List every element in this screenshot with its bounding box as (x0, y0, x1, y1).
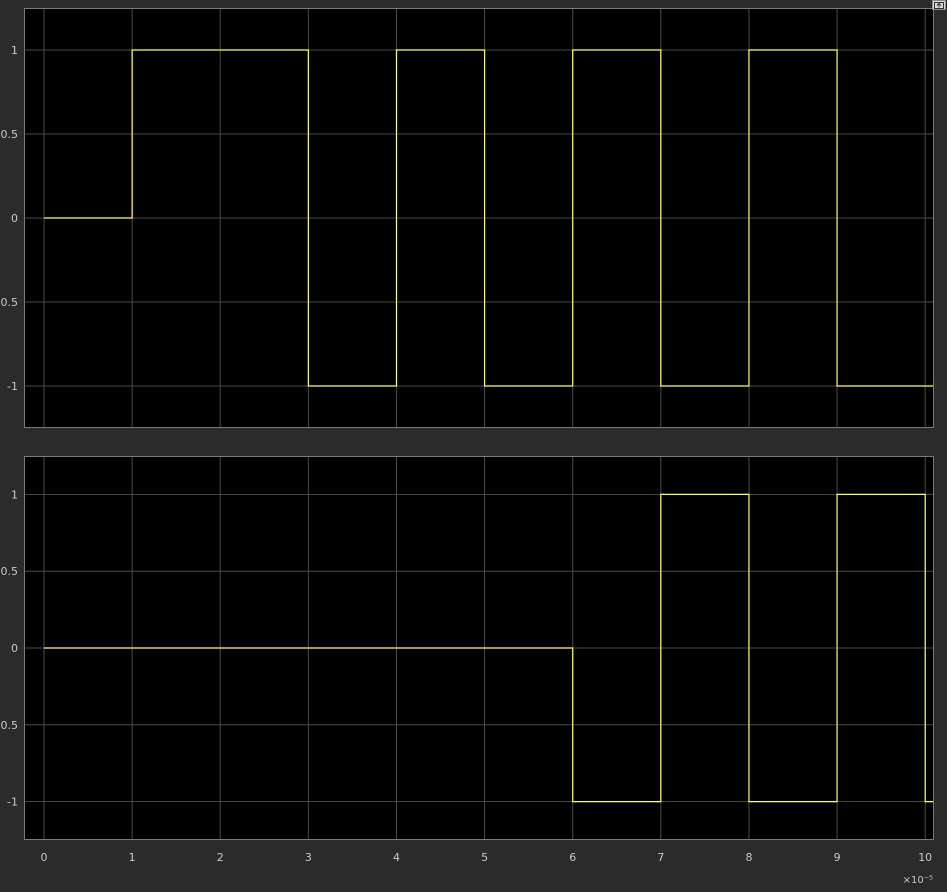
y-tick-label: 1 (11, 488, 18, 501)
top-axes[interactable]: 1 0.5 0 -0.5 -1 (0, 8, 934, 428)
x-tick-label: 2 (217, 851, 224, 864)
x-tick-label: 5 (481, 851, 488, 864)
x-tick-label: 10 (918, 851, 932, 864)
x-tick-label: 1 (129, 851, 136, 864)
undock-icon (934, 1, 944, 9)
x-tick-label: 4 (393, 851, 400, 864)
x-tick-label: 0 (41, 851, 48, 864)
y-tick-label: 0 (11, 212, 18, 225)
y-tick-label: 0.5 (1, 128, 19, 141)
x-tick-label: 7 (657, 851, 664, 864)
y-tick-label: 0 (11, 642, 18, 655)
x-tick-label: 6 (569, 851, 576, 864)
y-tick-label: 1 (11, 44, 18, 57)
y-tick-label: 0.5 (1, 565, 19, 578)
x-exponent-label: ×10⁻⁵ (903, 875, 933, 886)
y-tick-label: -1 (7, 796, 18, 809)
y-tick-label: -0.5 (0, 719, 18, 732)
bottom-axes[interactable]: 1 0.5 0 -0.5 -1 0 1 2 3 4 5 6 7 8 9 10 ×10⁻⁵ (0, 456, 934, 886)
y-tick-label: -0.5 (0, 296, 18, 309)
y-tick-label: -1 (7, 380, 18, 393)
x-tick-label: 9 (834, 851, 841, 864)
x-tick-label: 3 (305, 851, 312, 864)
x-tick-label: 8 (745, 851, 752, 864)
scope-figure: 1 0.5 0 -0.5 -1 1 0.5 0 -0.5 -1 0 1 2 3 4 5 6 7 8 9 10 ×10⁻⁵ (0, 0, 947, 892)
undock-button[interactable] (932, 0, 946, 10)
